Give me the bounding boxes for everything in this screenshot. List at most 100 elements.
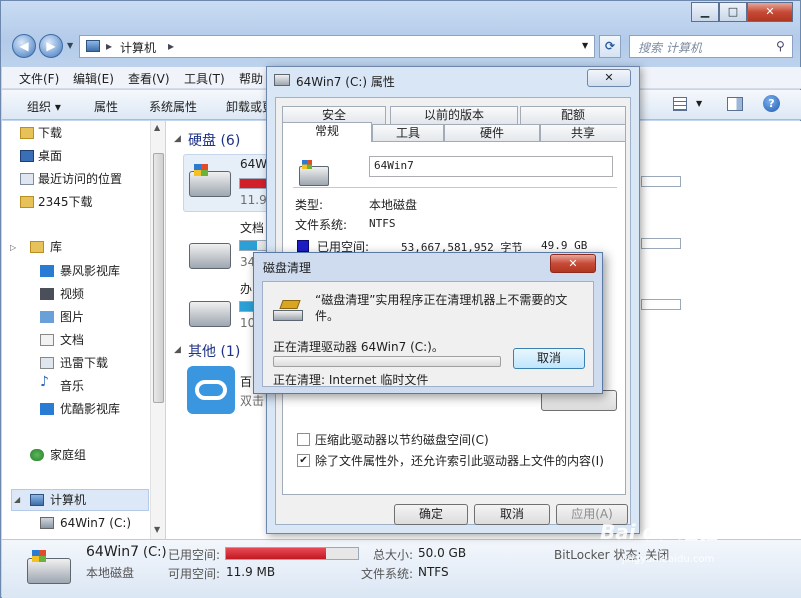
address-dropdown-icon[interactable]: ▼ [582, 41, 588, 50]
brush-shape [279, 300, 301, 309]
drive-office-name[interactable]: 办 [240, 280, 252, 297]
volume-label-input[interactable]: 64Win7 [369, 156, 613, 177]
nav-libraries[interactable]: 库 [50, 237, 62, 257]
search-input[interactable]: 搜索 计算机 ⚲ [629, 35, 793, 58]
organize-button[interactable]: 组织 ▾ [27, 98, 61, 115]
collapse-icon[interactable]: ◢ [14, 495, 20, 504]
drive-icon[interactable] [189, 301, 231, 327]
details-drive-name: 64Win7 [86, 544, 140, 560]
desktop-icon [20, 150, 34, 162]
expand-icon[interactable]: ▷ [10, 243, 16, 252]
nav-lib-5[interactable]: 音乐 [60, 376, 84, 396]
nav-lib-0[interactable]: 暴风影视库 [60, 261, 120, 281]
baidu-cloud-icon[interactable] [187, 366, 235, 414]
tab-sharing[interactable]: 共享 [540, 124, 626, 142]
nav-scrollbar[interactable]: ▲ ▼ [150, 121, 165, 539]
refresh-icon[interactable]: ⟳ [599, 35, 621, 58]
properties-close-button[interactable]: ✕ [587, 69, 631, 87]
other-item-sub: 双击 [240, 394, 265, 408]
address-bar[interactable]: ▸ 计算机 ▸ ▼ [79, 35, 595, 58]
library-icon [30, 241, 44, 253]
group-other-title[interactable]: 其他 (1) [188, 341, 240, 361]
menu-edit[interactable]: 编辑(E) [73, 70, 114, 87]
compress-label[interactable]: 压缩此驱动器以节约磁盘空间(C) [315, 431, 489, 448]
group-hdd-title[interactable]: 硬盘 (6) [188, 130, 240, 150]
scroll-down-icon[interactable]: ▼ [154, 525, 160, 534]
nav-lib-2[interactable]: 图片 [60, 307, 84, 327]
close-button[interactable]: ✕ [747, 2, 793, 22]
thunder-download-icon [40, 357, 54, 369]
scroll-up-icon[interactable]: ▲ [154, 123, 160, 132]
drive-bar-right [641, 299, 681, 310]
music-icon: ♪ [40, 374, 49, 390]
nav-drive-c[interactable]: 64Win7 (C:) [60, 513, 131, 533]
nav-homegroup[interactable]: 家庭组 [50, 445, 86, 465]
nav-2345[interactable]: 2345下载 [38, 192, 93, 212]
drive-c-name[interactable]: 64W [240, 157, 267, 171]
properties-button[interactable]: 属性 [94, 98, 118, 115]
nav-lib-1[interactable]: 视频 [60, 284, 84, 304]
cancel-button[interactable]: 取消 [474, 504, 550, 525]
type-value: 本地磁盘 [369, 198, 418, 212]
menu-help[interactable]: 帮助 [239, 70, 263, 87]
maximize-button[interactable]: □ [719, 2, 747, 22]
cleanup-message: “磁盘清理”实用程序正在清理机器上不需要的文件。 [315, 293, 568, 323]
computer-icon [30, 494, 44, 506]
back-icon[interactable]: ◀ [12, 34, 36, 58]
preview-pane-icon[interactable] [727, 97, 743, 111]
index-label[interactable]: 除了文件属性外，还允许索引此驱动器上文件的内容(I) [315, 452, 604, 469]
tab-general[interactable]: 常规 [282, 122, 372, 142]
drive-icon[interactable] [189, 243, 231, 269]
used-gb: 49.9 GB [541, 239, 588, 252]
breadcrumb-computer[interactable]: 计算机 [120, 39, 156, 56]
history-dropdown-icon[interactable]: ▼ [67, 41, 73, 50]
cleanup-cancel-button[interactable]: 取消 [513, 348, 585, 369]
group-collapse-icon[interactable]: ◢ [174, 345, 181, 355]
group-collapse-icon[interactable]: ◢ [174, 134, 181, 144]
menu-file[interactable]: 文件(F) [19, 70, 59, 87]
windows-logo-icon [302, 160, 312, 169]
menu-tools[interactable]: 工具(T) [184, 70, 225, 87]
tab-quota[interactable]: 配额 [520, 106, 626, 124]
tab-tools[interactable]: 工具 [372, 124, 444, 142]
computer-icon [86, 40, 100, 52]
drive-docs-fill [240, 241, 257, 250]
tab-hardware[interactable]: 硬件 [444, 124, 540, 142]
properties-title: 64Win7 (C:) 属性 [296, 75, 395, 89]
help-icon[interactable]: ? [763, 95, 780, 112]
drive-bar-right [641, 176, 681, 187]
folder-icon [20, 196, 34, 208]
nav-lib-3[interactable]: 文档 [60, 330, 84, 350]
view-options-icon[interactable] [673, 97, 687, 111]
scroll-thumb[interactable] [153, 153, 164, 403]
cleanup-progress-bar [273, 356, 501, 367]
forward-icon[interactable]: ▶ [39, 34, 63, 58]
nav-downloads[interactable]: 下载 [38, 123, 62, 143]
system-properties-button[interactable]: 系统属性 [149, 98, 197, 115]
nav-desktop[interactable]: 桌面 [38, 146, 62, 166]
nav-lib-6[interactable]: 优酷影视库 [60, 399, 120, 419]
menu-view[interactable]: 查看(V) [128, 70, 170, 87]
minimize-button[interactable]: ▁ [691, 2, 719, 22]
view-dropdown-icon[interactable]: ▼ [696, 99, 702, 108]
drive-shape [273, 310, 303, 321]
drive-docs-name[interactable]: 文档 [240, 219, 264, 236]
video-library-icon [40, 265, 54, 277]
tab-previous-versions[interactable]: 以前的版本 [390, 106, 518, 124]
index-checkbox[interactable]: ✔ [297, 454, 310, 467]
nav-lib-4[interactable]: 迅雷下载 [60, 353, 108, 373]
windows-logo-icon [32, 550, 46, 562]
nav-computer[interactable]: 计算机 [50, 490, 86, 510]
cleanup-drive-status: 正在清理驱动器 64Win7 (C:)。 [273, 340, 444, 354]
windows-drive-icon[interactable] [189, 164, 231, 197]
ok-button[interactable]: 确定 [394, 504, 468, 525]
other-item-name[interactable]: 百 [240, 373, 252, 390]
cleanup-close-button[interactable]: ✕ [550, 254, 596, 273]
nav-recent[interactable]: 最近访问的位置 [38, 169, 122, 189]
details-used-label: 已用空间: [168, 548, 221, 562]
compress-checkbox[interactable] [297, 433, 310, 446]
folder-icon [20, 127, 34, 139]
search-icon: ⚲ [776, 39, 785, 53]
baidu-watermark-logo: Bai du 经验 [600, 520, 719, 544]
drive-c-free: 11.9 [240, 193, 267, 207]
